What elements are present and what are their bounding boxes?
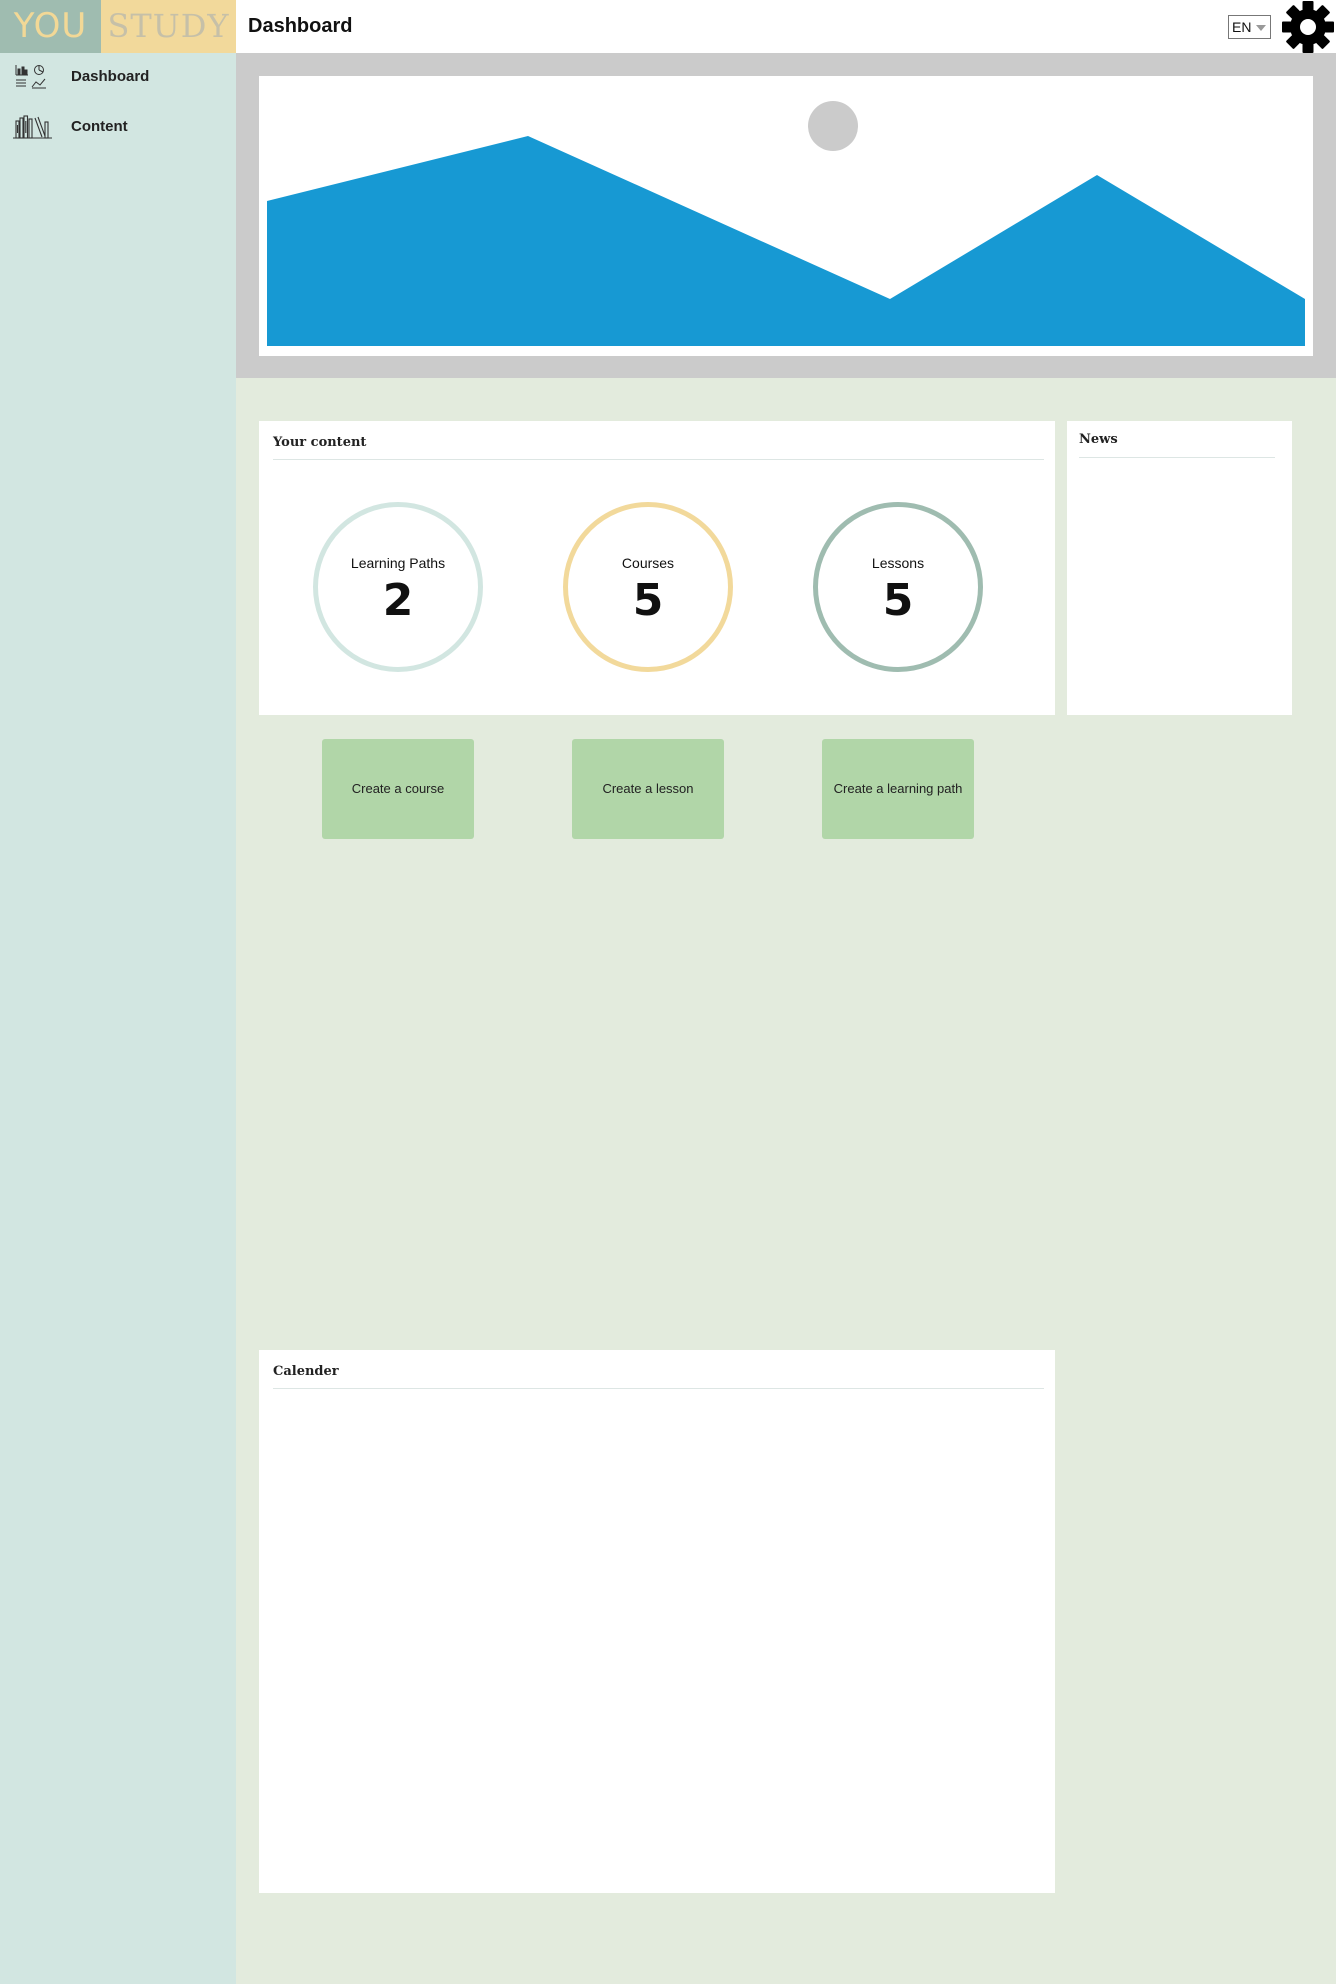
divider — [273, 459, 1044, 460]
stat-value: 2 — [382, 575, 414, 626]
stat-courses[interactable]: Courses 5 — [563, 502, 733, 672]
sidebar-item-content[interactable]: Content — [0, 107, 236, 147]
dashboard-charts-icon — [15, 65, 46, 89]
language-value: EN — [1232, 19, 1252, 35]
create-lesson-button[interactable]: Create a lesson — [572, 739, 724, 839]
news-card: News — [1067, 421, 1292, 715]
page-title: Dashboard — [248, 15, 353, 37]
stat-label: Courses — [621, 555, 675, 571]
stat-lessons[interactable]: Lessons 5 — [813, 502, 983, 672]
sidebar-item-dashboard[interactable]: Dashboard — [0, 57, 236, 97]
your-content-title: Your content — [273, 435, 367, 450]
divider — [273, 1388, 1044, 1389]
top-bar: YOU STUDY Dashboard EN — [0, 0, 1336, 53]
your-content-card: Your content Learning Paths 2 Courses 5 … — [259, 421, 1055, 715]
stat-label: Learning Paths — [350, 555, 446, 571]
stat-label: Lessons — [871, 555, 925, 571]
sun-shape — [808, 101, 858, 151]
hero-banner — [236, 53, 1336, 378]
logo-study[interactable]: STUDY — [101, 0, 236, 53]
news-title: News — [1079, 432, 1118, 447]
sidebar: Dashboard Content — [0, 53, 236, 1984]
logo-you[interactable]: YOU — [0, 0, 101, 53]
books-icon — [13, 115, 52, 139]
calendar-title: Calender — [273, 1364, 339, 1379]
stat-value: 5 — [632, 575, 664, 626]
divider — [1079, 457, 1275, 458]
stat-learning-paths[interactable]: Learning Paths 2 — [313, 502, 483, 672]
create-learning-path-button[interactable]: Create a learning path — [822, 739, 974, 839]
sidebar-item-label: Dashboard — [71, 68, 150, 85]
hero-image-frame — [259, 76, 1313, 356]
gear-icon[interactable] — [1282, 1, 1334, 53]
calendar-card: Calender — [259, 1350, 1055, 1893]
stat-value: 5 — [882, 575, 914, 626]
mountain-shape — [267, 136, 1305, 346]
language-select[interactable]: EN — [1228, 15, 1271, 39]
sidebar-item-label: Content — [71, 118, 128, 135]
create-course-button[interactable]: Create a course — [322, 739, 474, 839]
image-placeholder-icon — [267, 101, 1305, 346]
chevron-down-icon — [1256, 25, 1266, 31]
